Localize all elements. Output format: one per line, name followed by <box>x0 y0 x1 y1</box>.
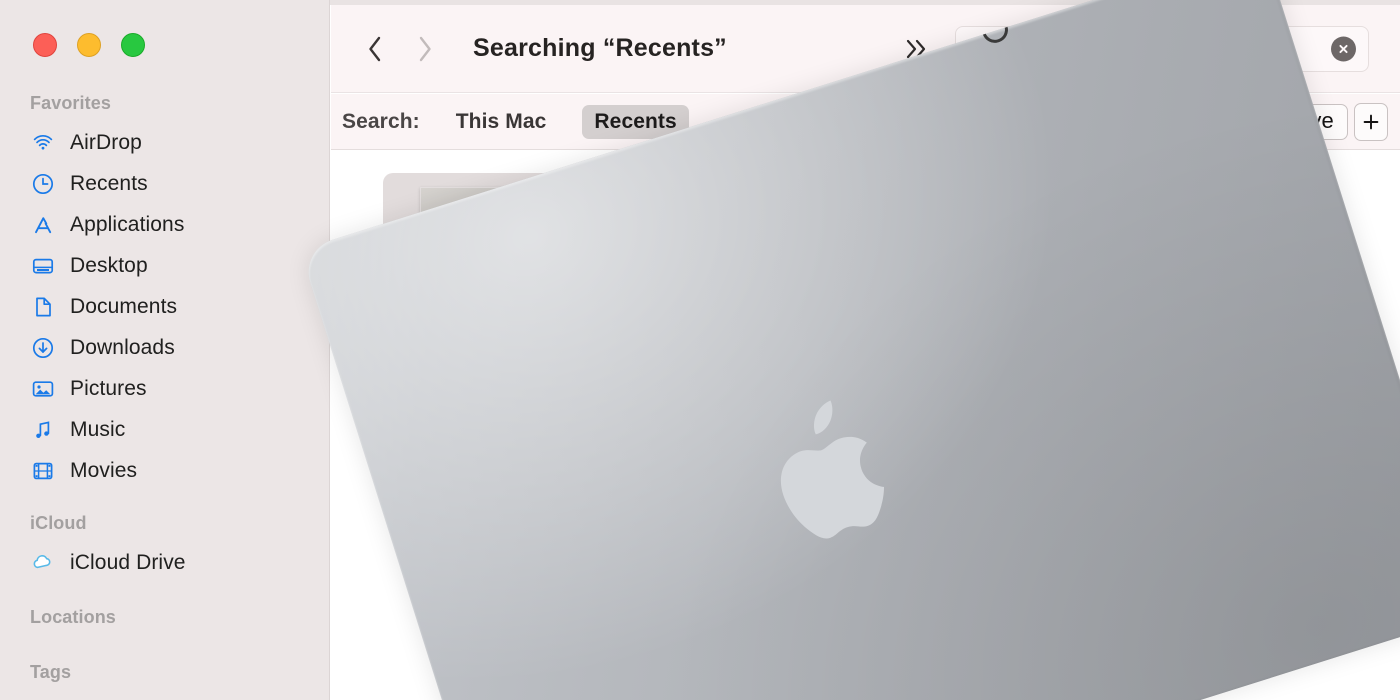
sidebar-section-icloud: iCloud <box>30 513 87 533</box>
cloud-icon <box>30 550 56 576</box>
sidebar-section-favorites: Favorites <box>30 93 111 113</box>
sidebar-item-label: Movies <box>70 458 138 482</box>
sidebar-item-label: Recents <box>70 171 148 195</box>
sidebar-item-pictures[interactable]: Pictures <box>0 368 329 409</box>
forward-button[interactable] <box>415 33 435 65</box>
sidebar-section-locations: Locations <box>30 607 116 627</box>
sidebar-item-label: Documents <box>70 294 178 318</box>
sidebar-item-downloads[interactable]: Downloads <box>0 327 329 368</box>
sidebar-item-label: AirDrop <box>70 130 142 154</box>
finder-window: Favorites AirDrop Recents Applications D… <box>0 0 1400 700</box>
sidebar-item-music[interactable]: Music <box>0 409 329 450</box>
sidebar-item-applications[interactable]: Applications <box>0 204 329 245</box>
back-button[interactable] <box>365 33 385 65</box>
sidebar-section-tags: Tags <box>30 662 72 682</box>
search-scope-label: Search: <box>342 109 420 133</box>
document-icon <box>30 294 56 320</box>
page-title: Searching “Recents” <box>473 34 727 62</box>
sidebar: Favorites AirDrop Recents Applications D… <box>0 0 330 700</box>
minimize-button[interactable] <box>77 33 101 57</box>
sidebar-item-label: iCloud Drive <box>70 550 186 574</box>
pictures-icon <box>30 376 56 402</box>
sidebar-item-documents[interactable]: Documents <box>0 286 329 327</box>
film-icon <box>30 458 56 484</box>
clear-search-icon[interactable] <box>1331 36 1356 61</box>
airdrop-icon <box>30 130 56 156</box>
sidebar-item-label: Downloads <box>70 335 175 359</box>
desktop-icon <box>30 253 56 279</box>
close-button[interactable] <box>33 33 57 57</box>
scope-this-mac[interactable]: This Mac <box>444 105 559 139</box>
sidebar-item-movies[interactable]: Movies <box>0 450 329 491</box>
sidebar-item-airdrop[interactable]: AirDrop <box>0 122 329 163</box>
add-search-criterion-button[interactable] <box>1354 102 1388 141</box>
traffic-light-controls <box>33 33 145 57</box>
sidebar-item-label: Applications <box>70 212 185 236</box>
sidebar-item-recents[interactable]: Recents <box>0 163 329 204</box>
sidebar-list-favorites: AirDrop Recents Applications Desktop Doc… <box>0 122 329 491</box>
music-note-icon <box>30 417 56 443</box>
applications-icon <box>30 212 56 238</box>
sidebar-item-desktop[interactable]: Desktop <box>0 245 329 286</box>
download-icon <box>30 335 56 361</box>
sidebar-item-label: Desktop <box>70 253 148 277</box>
sidebar-item-label: Music <box>70 417 126 441</box>
sidebar-list-icloud: iCloud Drive <box>0 542 329 583</box>
zoom-button[interactable] <box>121 33 145 57</box>
clock-icon <box>30 171 56 197</box>
sidebar-item-icloud-drive[interactable]: iCloud Drive <box>0 542 329 583</box>
navigation-buttons <box>365 33 435 65</box>
sidebar-item-label: Pictures <box>70 376 147 400</box>
